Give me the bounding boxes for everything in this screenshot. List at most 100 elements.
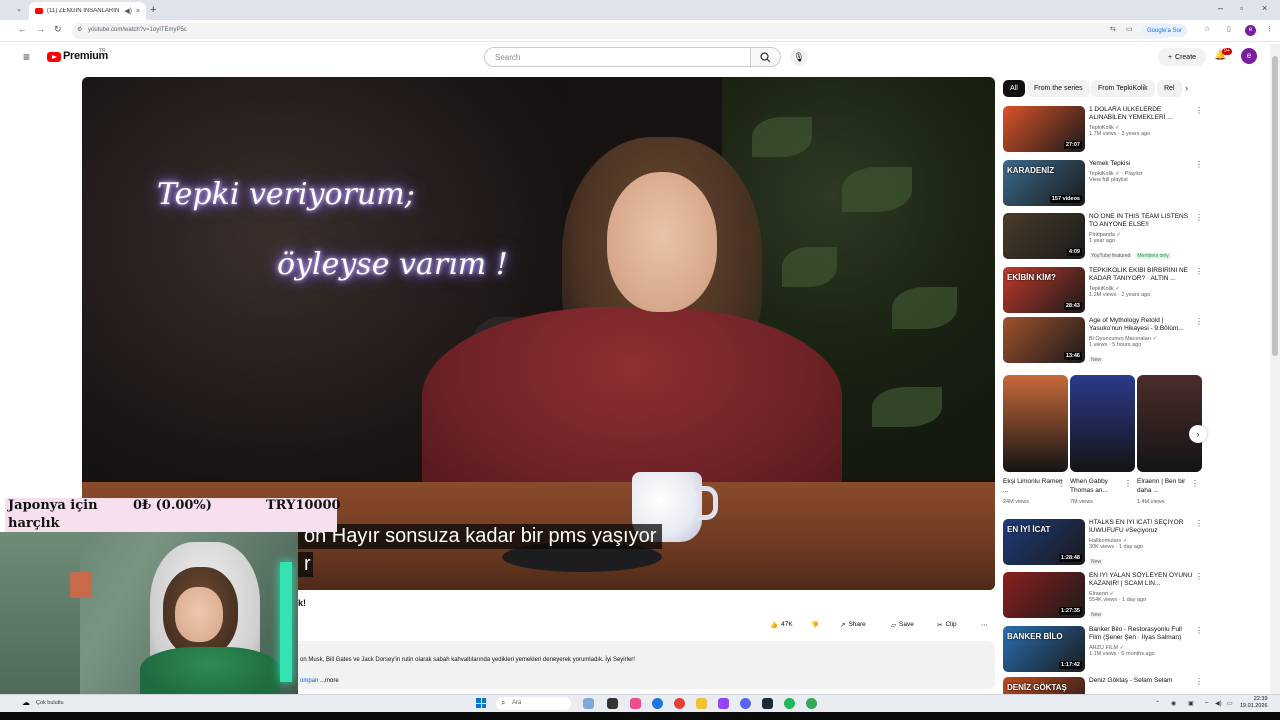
recommendation-title[interactable]: HTALKS EN İYİ İCAT! SEÇİYOR İUWUFUFU #Se… [1089, 519, 1193, 535]
taskbar-search[interactable]: Ara [496, 697, 571, 710]
more-options-icon[interactable]: ⋮ [1195, 106, 1203, 115]
chip-0[interactable]: All [1003, 80, 1025, 97]
chip-2[interactable]: From TepkiKolik [1091, 80, 1155, 97]
like-button[interactable]: 👍 47K [770, 617, 793, 632]
tray-app-icon[interactable]: ▣ [1188, 700, 1194, 707]
taskbar-app-explorer-icon[interactable] [696, 698, 707, 709]
recommendation-thumbnail[interactable]: 27:07 [1003, 106, 1085, 152]
browser-tab[interactable]: (11) ZENGİN İNSANLARIN ◀) × [29, 2, 146, 20]
clip-button[interactable]: ✂ Clip [937, 617, 957, 632]
recommendation-item[interactable]: EN İYİ İCAT 1:28:48 HTALKS EN İYİ İCAT! SE… [1003, 519, 1203, 567]
google-sor-button[interactable]: Google'a Sor [1142, 24, 1187, 37]
new-tab-button[interactable]: + [150, 4, 156, 16]
scrollbar-thumb[interactable] [1272, 56, 1278, 356]
recommendation-title[interactable]: Banker Bilo - Restorasyonlu Full Film (Ş… [1089, 626, 1193, 642]
taskbar-app-twitch-icon[interactable] [718, 698, 729, 709]
taskbar-app-chrome-icon[interactable] [674, 698, 685, 709]
maximize-icon[interactable]: ▫ [1240, 3, 1243, 13]
recommendation-thumbnail[interactable]: EN İYİ İCAT 1:28:48 [1003, 519, 1085, 565]
recommendation-item[interactable]: 27:07 1 DOLARA ÜLKELERDE ALINABİLEN YEMEK… [1003, 106, 1203, 154]
forward-icon[interactable]: → [36, 24, 45, 34]
tray-wifi-icon[interactable]: ⌔ [1204, 700, 1210, 708]
taskbar-app-taskview-icon[interactable] [607, 698, 618, 709]
taskbar-app-widget-icon[interactable] [583, 698, 594, 709]
start-icon[interactable] [476, 698, 486, 708]
short-thumbnail[interactable] [1137, 375, 1202, 472]
back-icon[interactable]: ← [18, 24, 27, 34]
more-options-icon[interactable]: ⋮ [1195, 317, 1203, 326]
short-more-icon[interactable]: ⋮ [1191, 479, 1199, 488]
translate-icon[interactable]: ⇆ [1110, 25, 1116, 33]
weather-icon[interactable]: ☁ [22, 698, 30, 707]
recommendation-item[interactable]: 4:09 NO ONE IN THIS TEAM LISTENS TO ANYON… [1003, 213, 1203, 261]
recommendation-title[interactable]: EN İYİ YALAN SÖYLEYEN OYUNU KAZANIR! | S… [1089, 572, 1193, 588]
recommendation-item[interactable]: 1:27:35 EN İYİ YALAN SÖYLEYEN OYUNU KAZAN… [1003, 572, 1203, 620]
tab-list-icon[interactable]: ⌄ [16, 5, 22, 13]
browser-menu-icon[interactable]: ⋮ [1266, 25, 1273, 33]
more-options-icon[interactable]: ⋮ [1195, 267, 1203, 276]
more-actions-button[interactable]: ⋯ [981, 617, 988, 632]
more-options-icon[interactable]: ⋮ [1195, 572, 1203, 581]
recommendation-title[interactable]: 1 DOLARA ÜLKELERDE ALINABİLEN YEMEKLERİ … [1089, 106, 1193, 122]
recommendation-item[interactable]: EKİBİN KİM? 28:43 TEPKİKOLİK EKİBİ BİRBİRİ… [1003, 267, 1203, 315]
recommendation-thumbnail[interactable]: 4:09 [1003, 213, 1085, 259]
minimize-icon[interactable]: – [1218, 3, 1223, 13]
recommendation-item[interactable]: KARADENİZ 157 videos Yemek Tepkisi TepkiKol… [1003, 160, 1203, 208]
site-info-icon[interactable]: ⚙ [77, 26, 82, 33]
more-options-icon[interactable]: ⋮ [1195, 213, 1203, 222]
share-button[interactable]: ↗ Share [840, 617, 866, 632]
recommendation-title[interactable]: Yemek Tepkisi [1089, 160, 1193, 168]
reload-icon[interactable]: ↻ [54, 24, 62, 35]
short-more-icon[interactable]: ⋮ [1057, 479, 1065, 488]
weather-text[interactable]: Çok bulutlu [36, 700, 64, 706]
taskbar-app-chrome2-icon[interactable] [806, 698, 817, 709]
chevron-right-icon[interactable]: › [1185, 83, 1188, 93]
tray-battery-icon[interactable]: ▭ [1227, 700, 1233, 707]
recommendation-thumbnail[interactable]: KARADENİZ 157 videos [1003, 160, 1085, 206]
short-thumbnail[interactable] [1070, 375, 1135, 472]
recommendation-thumbnail[interactable]: EKİBİN KİM? 28:43 [1003, 267, 1085, 313]
recommendation-item[interactable]: BANKER BİLO 1:17:42 Banker Bilo - Restoras… [1003, 626, 1203, 674]
menu-icon[interactable]: ≡ [23, 50, 30, 64]
tab-close-icon[interactable]: × [136, 8, 140, 15]
short-thumbnail[interactable] [1003, 375, 1068, 472]
tray-chevron-icon[interactable]: ⌃ [1155, 700, 1160, 707]
shorts-next-icon[interactable]: › [1189, 425, 1207, 443]
description-more[interactable]: ompan ...more [300, 678, 339, 684]
search-input[interactable]: Search [484, 47, 751, 67]
chip-1[interactable]: From the series [1027, 80, 1090, 97]
recommendation-title[interactable]: TEPKİKOLİK EKİBİ BİRBİRİNİ NE KADAR TANI… [1089, 267, 1193, 283]
chip-3[interactable]: Rel [1157, 80, 1182, 97]
search-button[interactable] [751, 47, 781, 67]
more-options-icon[interactable]: ⋮ [1195, 677, 1203, 686]
create-button[interactable]: + Create [1158, 48, 1206, 66]
tray-volume-icon[interactable]: ◀) [1215, 700, 1222, 707]
recommendation-thumbnail[interactable]: 13:46 [1003, 317, 1085, 363]
recommendation-item[interactable]: 13:46 Age of Mythology Retold | Yasuko'nu… [1003, 317, 1203, 365]
recommendation-thumbnail[interactable]: 1:27:35 [1003, 572, 1085, 618]
account-avatar[interactable]: e [1241, 48, 1257, 64]
browser-profile-avatar[interactable]: e [1245, 25, 1256, 36]
dislike-button[interactable]: 👎 [811, 617, 819, 632]
more-link[interactable]: ...more [320, 678, 339, 684]
bookmark-star-icon[interactable]: ☆ [1204, 25, 1210, 33]
taskbar-app-spotify-icon[interactable] [784, 698, 795, 709]
mic-icon[interactable]: 🎙 [790, 48, 808, 66]
taskbar-app-steam-icon[interactable] [762, 698, 773, 709]
more-options-icon[interactable]: ⋮ [1195, 160, 1203, 169]
short-more-icon[interactable]: ⋮ [1124, 479, 1132, 488]
taskbar-clock[interactable]: 22:39 19.01.2026 [1240, 696, 1268, 710]
taskbar-app-discord-icon[interactable] [740, 698, 751, 709]
taskbar-app-edge-icon[interactable] [652, 698, 663, 709]
youtube-logo-icon[interactable] [47, 52, 61, 62]
more-options-icon[interactable]: ⋮ [1195, 626, 1203, 635]
tab-audio-icon[interactable]: ◀) [124, 7, 132, 15]
reading-list-icon[interactable]: ▯ [1227, 25, 1231, 33]
close-window-icon[interactable]: × [1262, 3, 1267, 13]
more-options-icon[interactable]: ⋮ [1195, 519, 1203, 528]
recommendation-title[interactable]: NO ONE IN THIS TEAM LISTENS TO ANYONE EL… [1089, 213, 1193, 229]
cast-icon[interactable]: ▭ [1126, 25, 1133, 33]
recommendation-title[interactable]: Age of Mythology Retold | Yasuko'nun Hik… [1089, 317, 1193, 333]
taskbar-app-icon[interactable] [630, 698, 641, 709]
recommendation-title[interactable]: Deniz Göktaş - Selam Selam [1089, 677, 1193, 685]
